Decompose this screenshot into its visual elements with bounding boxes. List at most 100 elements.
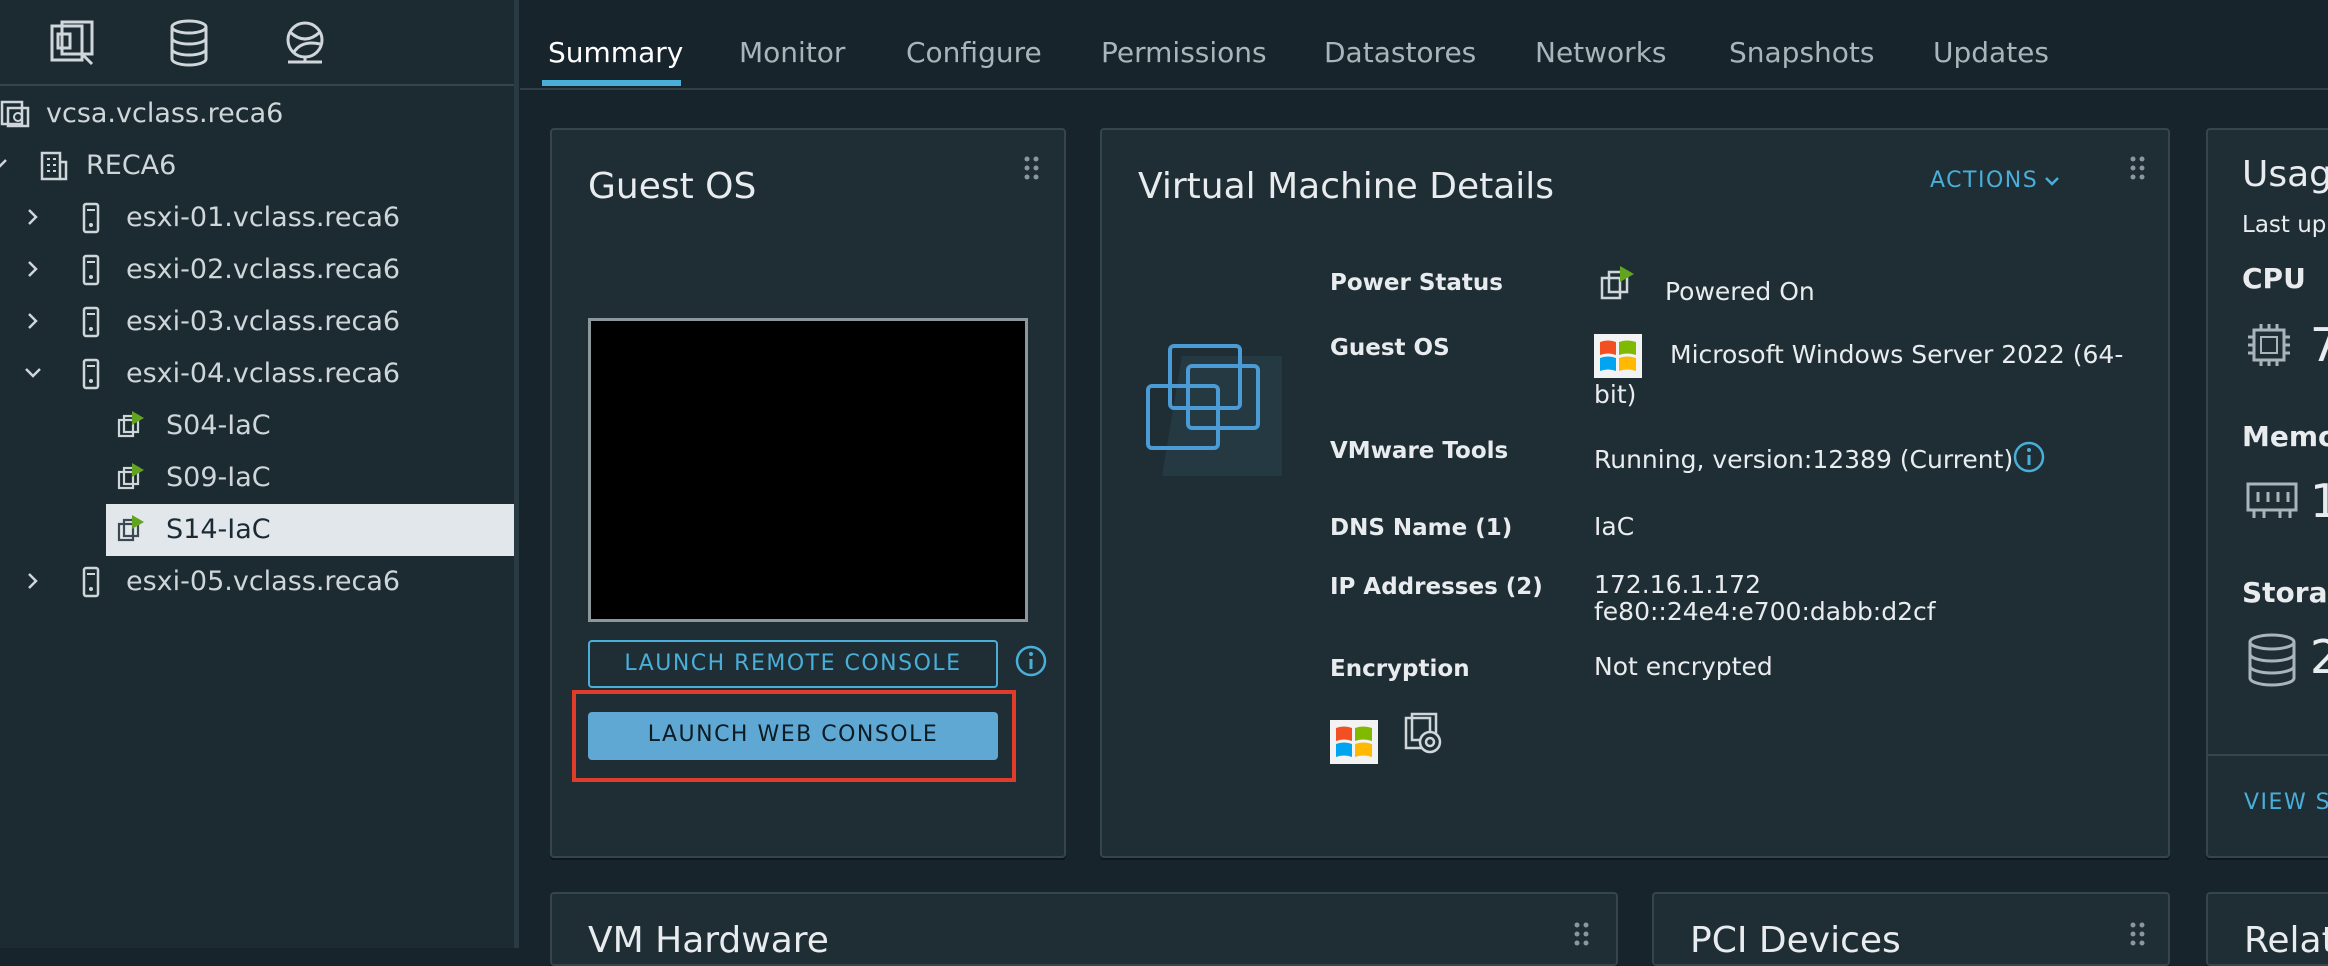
tree-item-label: esxi-05.vclass.reca6 <box>126 566 401 597</box>
tab-configure[interactable]: Configure <box>906 36 1042 69</box>
tab-monitor[interactable]: Monitor <box>739 36 845 69</box>
view-stats-link[interactable]: VIEW S <box>2244 790 2328 815</box>
power-status-value: Powered On <box>1665 277 1815 306</box>
active-tab-indicator <box>542 80 681 86</box>
windows-logo-icon <box>1330 720 1378 764</box>
vm-hardware-card: VM Hardware <box>550 892 1618 966</box>
memory-icon <box>2244 476 2300 522</box>
last-updated-label: Last up <box>2242 212 2327 238</box>
guest-os-value-cont: bit) <box>1594 380 1637 409</box>
vm-powered-on-icon <box>116 462 146 494</box>
vm-details-card: Virtual Machine Details ACTIONS <box>1100 128 2170 858</box>
vm-settings-icon <box>1400 712 1448 760</box>
card-title: PCI Devices <box>1690 920 1901 961</box>
encryption-value: Not encrypted <box>1594 652 1773 681</box>
cpu-label: CPU <box>2242 262 2306 295</box>
card-title: VM Hardware <box>588 920 829 961</box>
card-title: Guest OS <box>588 166 757 207</box>
navigator-icon-bar <box>0 0 514 86</box>
info-icon[interactable] <box>2012 440 2046 474</box>
ip-address-v4: 172.16.1.172 <box>1594 570 1761 599</box>
launch-remote-console-button[interactable]: LAUNCH REMOTE CONSOLE <box>588 640 998 688</box>
chevron-right-icon[interactable] <box>22 252 46 286</box>
drag-handle-icon[interactable] <box>1024 156 1040 184</box>
vm-large-icon <box>1142 336 1282 476</box>
tree-item-datacenter[interactable]: RECA6 <box>0 140 514 192</box>
dns-name-key: DNS Name (1) <box>1330 515 1513 541</box>
divider <box>2208 754 2328 756</box>
navigator-sidebar: vcsa.vclass.reca6 RECA6 esxi-01.vclass.r… <box>0 0 519 948</box>
tree-item-label: S04-IaC <box>166 410 271 441</box>
tab-networks[interactable]: Networks <box>1535 36 1667 69</box>
tree-item-host[interactable]: esxi-03.vclass.reca6 <box>0 296 514 348</box>
actions-menu-button[interactable]: ACTIONS <box>1930 168 2060 193</box>
vcenter-icon <box>0 98 30 130</box>
vm-powered-on-icon <box>116 410 146 442</box>
vmware-tools-value: Running, version:12389 (Current) <box>1594 445 2014 474</box>
console-thumbnail[interactable] <box>588 318 1028 622</box>
tab-updates[interactable]: Updates <box>1933 36 2049 69</box>
tab-snapshots[interactable]: Snapshots <box>1729 36 1874 69</box>
chevron-right-icon[interactable] <box>22 200 46 234</box>
chevron-down-icon[interactable] <box>0 148 24 182</box>
tree-item-host[interactable]: esxi-04.vclass.reca6 <box>0 348 514 400</box>
guest-os-key: Guest OS <box>1330 335 1450 361</box>
card-title: Usag <box>2242 154 2328 195</box>
cpu-icon <box>2244 318 2294 372</box>
pci-devices-card: PCI Devices <box>1652 892 2170 966</box>
tree-item-label: S14-IaC <box>166 514 271 545</box>
vm-powered-on-icon <box>116 514 146 546</box>
card-title: Relat <box>2244 920 2328 961</box>
ip-address-v6: fe80::24e4:e700:dabb:d2cf <box>1594 597 1936 626</box>
tree-item-host[interactable]: esxi-05.vclass.reca6 <box>0 556 514 608</box>
storage-usage-value: 2 <box>2310 630 2328 684</box>
memory-usage-value: 1 <box>2310 474 2328 528</box>
tab-permissions[interactable]: Permissions <box>1101 36 1267 69</box>
tree-item-vm[interactable]: S04-IaC <box>0 400 514 452</box>
tree-item-label: esxi-03.vclass.reca6 <box>126 306 401 337</box>
guest-os-value: Microsoft Windows Server 2022 (64- <box>1670 340 2124 369</box>
storage-icon <box>2244 632 2300 688</box>
launch-web-console-button[interactable]: LAUNCH WEB CONSOLE <box>588 712 998 760</box>
tree-item-host[interactable]: esxi-01.vclass.reca6 <box>0 192 514 244</box>
networking-icon[interactable] <box>280 18 330 68</box>
tree-item-vcenter[interactable]: vcsa.vclass.reca6 <box>0 88 514 140</box>
dns-name-value: IaC <box>1594 512 1635 541</box>
object-tabs: Summary Monitor Configure Permissions Da… <box>520 0 2328 90</box>
tab-summary[interactable]: Summary <box>548 36 683 69</box>
drag-handle-icon[interactable] <box>2130 922 2146 950</box>
vm-powered-on-icon <box>1598 264 1636 304</box>
vms-templates-icon[interactable] <box>48 18 98 68</box>
tree-item-label: esxi-02.vclass.reca6 <box>126 254 401 285</box>
tab-datastores[interactable]: Datastores <box>1324 36 1476 69</box>
tree-item-vm-selected[interactable]: S14-IaC <box>106 504 514 556</box>
ip-addresses-key: IP Addresses (2) <box>1330 574 1543 600</box>
tree-item-host[interactable]: esxi-02.vclass.reca6 <box>0 244 514 296</box>
tree-item-label: S09-IaC <box>166 462 271 493</box>
host-icon <box>76 202 106 234</box>
host-icon <box>76 306 106 338</box>
tree-item-label: esxi-04.vclass.reca6 <box>126 358 401 389</box>
related-objects-card: Relat <box>2206 892 2328 966</box>
drag-handle-icon[interactable] <box>2130 156 2146 184</box>
drag-handle-icon[interactable] <box>1574 922 1590 950</box>
host-icon <box>76 566 106 598</box>
chevron-down-icon[interactable] <box>22 356 46 390</box>
chevron-right-icon[interactable] <box>22 564 46 598</box>
guest-os-card: Guest OS LAUNCH REMOTE CONSOLE LAUNCH WE… <box>550 128 1066 858</box>
power-status-key: Power Status <box>1330 270 1503 296</box>
host-icon <box>76 358 106 390</box>
cpu-usage-value: 7 <box>2310 318 2328 372</box>
info-icon[interactable] <box>1014 644 1048 678</box>
host-icon <box>76 254 106 286</box>
memory-label: Memo <box>2242 420 2328 453</box>
card-title: Virtual Machine Details <box>1138 166 1555 207</box>
tree-item-label: RECA6 <box>86 150 177 181</box>
chevron-right-icon[interactable] <box>22 304 46 338</box>
datacenter-icon <box>38 150 68 182</box>
tree-item-label: esxi-01.vclass.reca6 <box>126 202 401 233</box>
storage-icon[interactable] <box>164 18 214 68</box>
storage-label: Storag <box>2242 576 2328 609</box>
encryption-key: Encryption <box>1330 656 1470 682</box>
tree-item-vm[interactable]: S09-IaC <box>0 452 514 504</box>
